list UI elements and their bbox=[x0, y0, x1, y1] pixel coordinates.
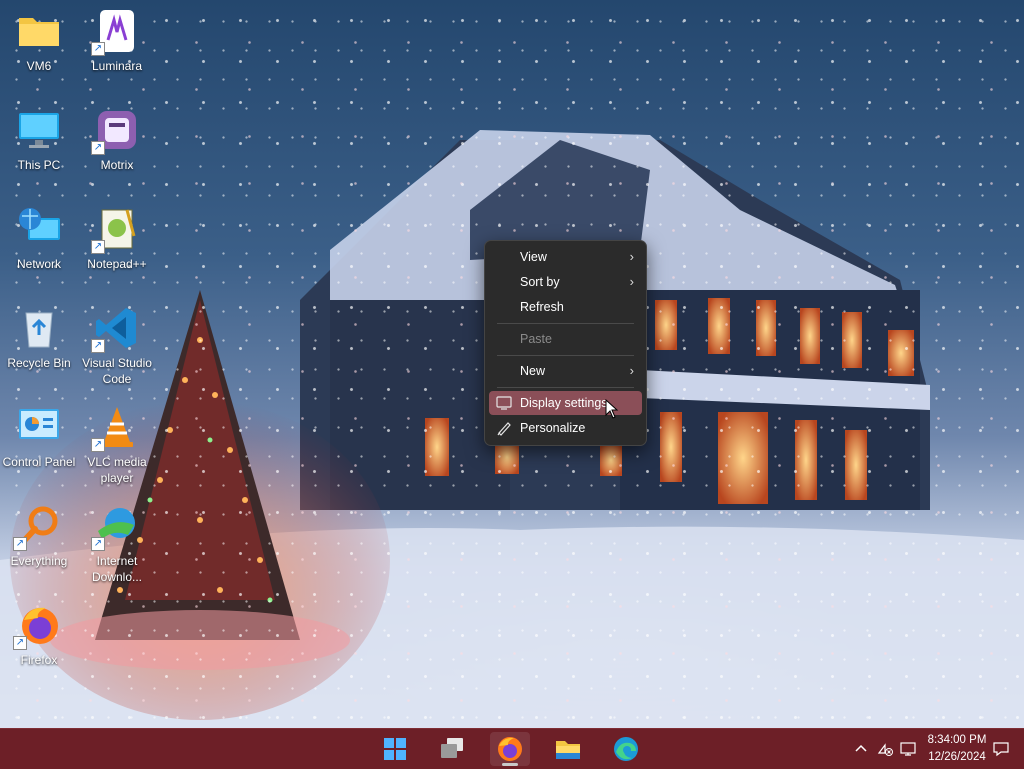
menu-item-sort-by[interactable]: Sort by › bbox=[489, 270, 642, 294]
clock-time: 8:34:00 PM bbox=[927, 734, 987, 746]
personalize-icon bbox=[497, 422, 511, 436]
idm-icon: ↗ bbox=[91, 503, 140, 551]
shortcut-arrow-icon: ↗ bbox=[13, 537, 27, 551]
desktop-icon-idm[interactable]: ↗ Internet Downlo... bbox=[78, 503, 156, 585]
firefox-icon: ↗ bbox=[13, 602, 62, 650]
desktop-icon-luminara[interactable]: ↗ Luminara bbox=[78, 8, 156, 74]
desktop-icon-label: VLC media player bbox=[87, 455, 147, 485]
shortcut-arrow-icon: ↗ bbox=[91, 537, 105, 551]
control-panel-icon bbox=[16, 404, 62, 450]
menu-separator bbox=[497, 355, 634, 356]
menu-item-label: Refresh bbox=[520, 300, 564, 314]
chevron-right-icon: › bbox=[629, 274, 634, 289]
menu-separator bbox=[497, 323, 634, 324]
shortcut-arrow-icon: ↗ bbox=[91, 240, 105, 254]
desktop-icon-label: Luminara bbox=[91, 59, 143, 73]
desktop-icon-control-panel[interactable]: Control Panel bbox=[0, 404, 78, 470]
desktop-icon-label: VM6 bbox=[26, 59, 52, 73]
task-view-icon bbox=[441, 738, 463, 758]
menu-item-label: Personalize bbox=[520, 421, 586, 435]
menu-item-refresh[interactable]: Refresh bbox=[489, 295, 642, 319]
desktop-icon-this-pc[interactable]: This PC bbox=[0, 107, 78, 173]
taskbar-edge-button[interactable] bbox=[606, 732, 646, 766]
notification-icon[interactable] bbox=[993, 741, 1009, 757]
menu-separator bbox=[497, 387, 634, 388]
shortcut-arrow-icon: ↗ bbox=[91, 339, 105, 353]
menu-item-view[interactable]: View › bbox=[489, 245, 642, 269]
taskbar-firefox-button[interactable] bbox=[490, 732, 530, 766]
desktop-icon-label: Firefox bbox=[20, 653, 58, 667]
desktop-icon-everything[interactable]: ↗ Everything bbox=[0, 503, 78, 569]
menu-item-paste[interactable]: Paste bbox=[489, 327, 642, 351]
network-icon bbox=[16, 206, 62, 252]
folder-icon bbox=[16, 8, 62, 54]
menu-item-label: New bbox=[520, 364, 546, 378]
display-icon[interactable] bbox=[900, 741, 916, 757]
menu-item-new[interactable]: New › bbox=[489, 359, 642, 383]
desktop-icon-label: Visual Studio Code bbox=[82, 356, 152, 386]
desktop-icon-label: Notepad++ bbox=[87, 257, 147, 271]
menu-item-label: Paste bbox=[520, 332, 552, 346]
shortcut-arrow-icon: ↗ bbox=[91, 42, 105, 56]
firefox-icon bbox=[498, 737, 522, 761]
desktop-icon-notepadpp[interactable]: ↗ Notepad++ bbox=[78, 206, 156, 272]
chevron-right-icon: › bbox=[629, 249, 634, 264]
shortcut-arrow-icon: ↗ bbox=[91, 141, 105, 155]
menu-item-label: View bbox=[520, 250, 547, 264]
vscode-icon: ↗ bbox=[91, 305, 140, 353]
start-icon bbox=[384, 738, 406, 760]
network-disconnected-icon[interactable] bbox=[877, 741, 893, 757]
desktop-icon-label: Network bbox=[16, 257, 61, 271]
everything-icon: ↗ bbox=[13, 503, 62, 551]
menu-item-label: Display settings bbox=[520, 396, 608, 410]
desktop-icon-recycle-bin[interactable]: Recycle Bin bbox=[0, 305, 78, 371]
desktop-context-menu: View › Sort by › Refresh Paste New › Dis… bbox=[484, 240, 647, 446]
desktop-icon-vlc[interactable]: ↗ VLC media player bbox=[78, 404, 156, 486]
vlc-icon: ↗ bbox=[91, 404, 140, 452]
desktop-icon-network[interactable]: Network bbox=[0, 206, 78, 272]
display-settings-icon bbox=[496, 396, 512, 410]
taskbar-clock[interactable]: 8:34:00 PM 12/26/2024 bbox=[924, 732, 990, 766]
menu-item-personalize[interactable]: Personalize bbox=[489, 416, 642, 440]
edge-icon bbox=[614, 737, 638, 761]
task-view-button[interactable] bbox=[432, 732, 472, 766]
clock-date: 12/26/2024 bbox=[928, 751, 986, 763]
desktop-icon-label: Everything bbox=[10, 554, 68, 568]
chevron-up-icon[interactable] bbox=[853, 741, 869, 757]
desktop-icon-motrix[interactable]: ↗ Motrix bbox=[78, 107, 156, 173]
recycle-bin-icon bbox=[16, 305, 62, 351]
menu-item-display-settings[interactable]: Display settings bbox=[489, 391, 642, 415]
active-app-indicator bbox=[502, 763, 518, 766]
desktop-icon-label: Internet Downlo... bbox=[91, 554, 143, 584]
desktop-icon-label: Motrix bbox=[100, 158, 134, 172]
mouse-cursor-icon bbox=[605, 399, 619, 419]
menu-item-label: Sort by bbox=[520, 275, 560, 289]
monitor-icon bbox=[16, 107, 62, 153]
start-button[interactable] bbox=[375, 732, 415, 766]
file-explorer-icon bbox=[556, 741, 580, 759]
desktop-icon-vscode[interactable]: ↗ Visual Studio Code bbox=[78, 305, 156, 387]
desktop-icon-vm6[interactable]: VM6 bbox=[0, 8, 78, 74]
shortcut-arrow-icon: ↗ bbox=[13, 636, 27, 650]
motrix-icon: ↗ bbox=[91, 107, 140, 155]
taskbar-file-explorer-button[interactable] bbox=[548, 732, 588, 766]
notepadpp-icon: ↗ bbox=[91, 206, 140, 254]
desktop-icon-label: This PC bbox=[17, 158, 61, 172]
desktop-icon-label: Control Panel bbox=[2, 455, 76, 469]
desktop-icon-firefox[interactable]: ↗ Firefox bbox=[0, 602, 78, 668]
taskbar: 8:34:00 PM 12/26/2024 bbox=[0, 728, 1024, 769]
desktop-icon-label: Recycle Bin bbox=[7, 356, 71, 370]
luminara-icon: ↗ bbox=[91, 8, 140, 56]
shortcut-arrow-icon: ↗ bbox=[91, 438, 105, 452]
chevron-right-icon: › bbox=[629, 363, 634, 378]
